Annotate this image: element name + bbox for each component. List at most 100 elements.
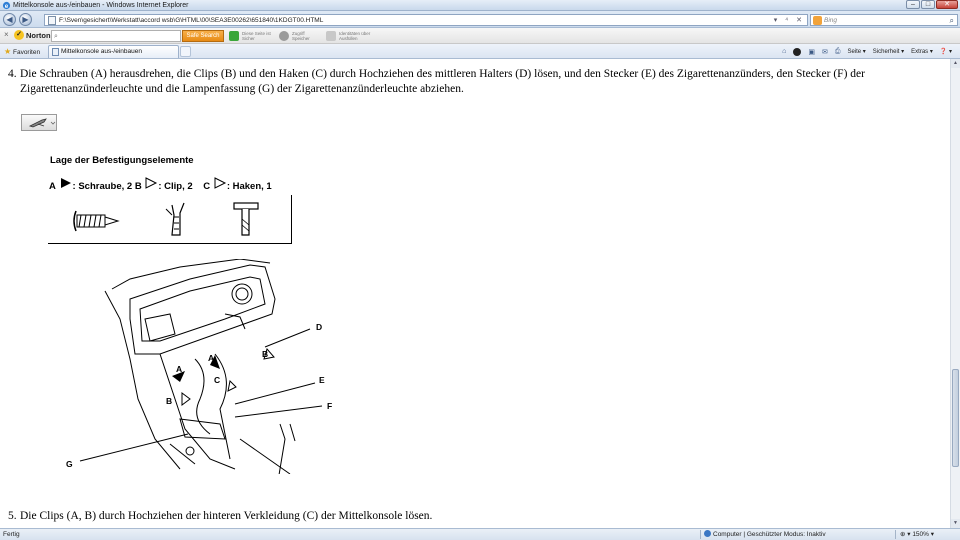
new-tab-button[interactable] — [180, 46, 191, 57]
tool-button[interactable] — [21, 114, 57, 131]
vault-icon — [279, 31, 289, 41]
legend-a-text: : Schraube, 2 — [72, 180, 133, 192]
status-text: Fertig — [3, 531, 20, 538]
zone-text: Computer | Geschützter Modus: Inaktiv — [713, 531, 826, 538]
callout-f: F — [327, 401, 332, 411]
forward-button[interactable]: ▶ — [19, 13, 32, 26]
legend-a-letter: A — [49, 180, 56, 192]
print-icon[interactable]: ⎙ — [835, 48, 841, 56]
callout-g: G — [66, 459, 73, 469]
norton-close-icon[interactable]: × — [4, 30, 9, 39]
maximize-button[interactable]: □ — [921, 0, 935, 9]
filled-triangle-icon — [60, 178, 71, 188]
scroll-down-icon[interactable]: ▼ — [951, 519, 960, 528]
svg-text:e: e — [5, 3, 9, 10]
mail-icon[interactable]: ✉ — [822, 48, 828, 56]
screwdriver-tool-icon — [28, 118, 56, 128]
norton-toolbar: × ✓ Norton ⌕ Safe Search Diese Seite ist S… — [0, 28, 960, 44]
scroll-up-icon[interactable]: ▲ — [951, 59, 960, 68]
back-button[interactable]: ◀ — [3, 13, 16, 26]
security-zone[interactable]: Computer | Geschützter Modus: Inaktiv — [704, 529, 826, 540]
shield-check-icon — [229, 31, 239, 41]
step-4-text-b: Zigarettenanzünderleuchte und die Lampen… — [20, 83, 464, 95]
callout-d: D — [316, 322, 322, 332]
identity-icon — [326, 31, 336, 41]
clip-marker-icon — [181, 392, 191, 406]
address-field[interactable]: F:\Sven\gesichert\Werkstatt\accord wsb\G… — [44, 14, 808, 26]
bing-icon — [813, 16, 822, 25]
favorites-label: Favoriten — [12, 49, 41, 56]
step-5: 5. Die Clips (A, B) durch Hochziehen der … — [8, 509, 432, 524]
window-title: Mittelkonsole aus-/einbauen - Windows In… — [13, 2, 189, 9]
safety-menu[interactable]: Sicherheit ▾ — [873, 48, 904, 55]
search-input[interactable]: Bing — [824, 15, 837, 26]
favorites-bar: ★ Favoriten Mittelkonsole aus-/einbauen … — [0, 44, 960, 59]
callout-b2: B — [166, 396, 172, 406]
command-bar: ⌂ ▣ ✉ ⎙ Seite ▾ Sicherheit ▾ Extras ▾ ❓ … — [782, 45, 952, 58]
callout-b1: B — [262, 349, 268, 359]
legend-b-letter: B — [134, 180, 142, 192]
step-4-text-a: Die Schrauben (A) herausdrehen, die Clip… — [20, 68, 865, 80]
tab-title: Mittelkonsole aus-/einbauen — [61, 48, 142, 55]
callout-a2: A — [208, 353, 214, 363]
home-icon[interactable]: ⌂ — [782, 48, 786, 55]
tab-page-icon — [52, 48, 59, 56]
clip-icon — [165, 202, 185, 236]
norton-search-icon: ⌕ — [54, 33, 58, 40]
step-4-number: 4. — [8, 68, 17, 80]
legend-c-text: : Haken, 1 — [226, 180, 272, 192]
callout-c: C — [214, 375, 220, 385]
address-actions[interactable]: ▾ ⁴ ✕ — [774, 15, 805, 26]
close-button[interactable]: ✕ — [936, 0, 958, 9]
step-4: 4. Die Schrauben (A) herausdrehen, die Cl… — [8, 67, 923, 97]
legend-b-text: : Clip, 2 — [158, 180, 193, 192]
page-content: 4. Die Schrauben (A) herausdrehen, die Cl… — [0, 59, 950, 528]
legend-row: A : Schraube, 2 B : Clip, 2 C : Haken, 1 — [49, 177, 272, 192]
callout-e: E — [319, 375, 325, 385]
page-icon — [48, 16, 56, 25]
search-icon[interactable]: ⌕ — [950, 15, 954, 26]
status-separator — [895, 530, 896, 539]
console-diagram: D E F G A A B B C — [66, 259, 332, 474]
legend-box — [48, 195, 292, 244]
feeds-icon[interactable] — [793, 47, 802, 56]
tab-active[interactable]: Mittelkonsole aus-/einbauen — [48, 45, 179, 58]
favorites-button[interactable]: ★ Favoriten — [4, 45, 40, 58]
search-box[interactable]: Bing ⌕ — [810, 14, 958, 26]
address-url[interactable]: F:\Sven\gesichert\Werkstatt\accord wsb\G… — [59, 15, 323, 26]
page-menu[interactable]: Seite ▾ — [847, 48, 865, 55]
fastener-illustrations — [73, 202, 259, 236]
feed-reader-icon[interactable]: ▣ — [808, 48, 815, 56]
safe-search-button[interactable]: Safe Search — [182, 30, 224, 42]
favorites-star-icon: ★ — [4, 47, 12, 56]
norton-identity-tool[interactable]: Identitäten über Ausfüllen — [326, 30, 370, 42]
legend-title: Lage der Befestigungselemente — [50, 155, 194, 166]
vertical-scrollbar[interactable]: ▲ ▼ — [950, 59, 960, 528]
hook-icon — [233, 202, 259, 236]
callout-a1: A — [176, 364, 182, 374]
step-5-number: 5. — [8, 510, 17, 522]
tool1-line2: Sicher — [242, 36, 255, 41]
title-bar: e Mittelkonsole aus-/einbauen - Windows … — [0, 0, 960, 11]
tool2-line2: Speicher — [292, 36, 310, 41]
norton-check-icon: ✓ — [14, 30, 24, 40]
legend-c-letter: C — [203, 180, 211, 192]
norton-brand: Norton — [26, 31, 51, 40]
window-controls: – □ ✕ — [906, 0, 958, 10]
norton-search-input[interactable]: ⌕ — [51, 30, 181, 42]
status-bar: Fertig Computer | Geschützter Modus: Ina… — [0, 528, 960, 540]
screw-icon — [73, 210, 120, 232]
zoom-control[interactable]: ⊕ ▾ 150% ▾ — [900, 529, 934, 540]
hook-marker-icon — [227, 379, 237, 392]
scroll-thumb[interactable] — [952, 369, 959, 467]
address-toolbar: ◀ ▶ F:\Sven\gesichert\Werkstatt\accord w… — [0, 11, 960, 28]
help-menu[interactable]: ❓ ▾ — [940, 48, 952, 55]
open-triangle-icon — [214, 177, 226, 189]
tool3-line2: Ausfüllen — [339, 36, 358, 41]
norton-vault-tool[interactable]: Zugriff Speicher — [279, 30, 310, 42]
ie-logo-icon: e — [2, 1, 11, 10]
extras-menu[interactable]: Extras ▾ — [911, 48, 933, 55]
norton-safe-tool[interactable]: Diese Seite ist Sicher — [229, 30, 271, 42]
minimize-button[interactable]: – — [906, 0, 920, 9]
computer-zone-icon — [704, 530, 711, 537]
